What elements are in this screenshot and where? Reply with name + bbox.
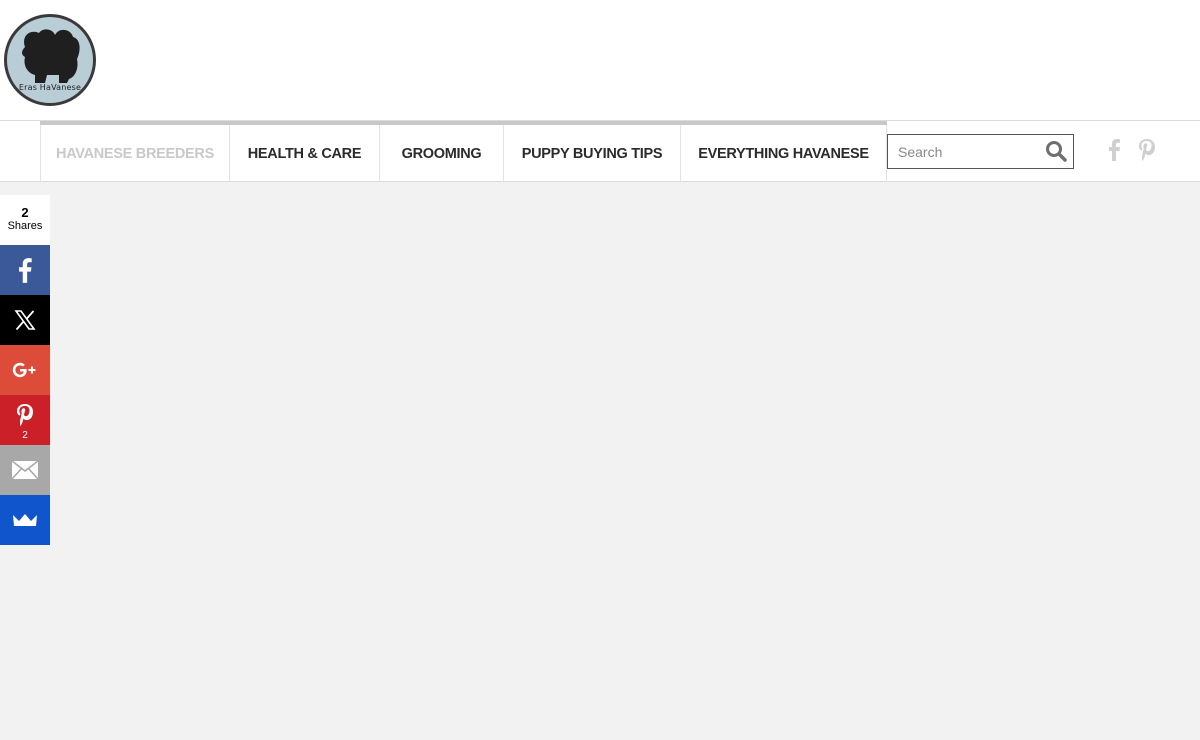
facebook-icon[interactable] [1103,137,1125,163]
share-facebook-button[interactable] [0,245,50,295]
google-plus-icon [12,362,36,378]
floating-share-bar: 2 Shares 2 [0,195,50,545]
share-sumome-button[interactable] [0,495,50,545]
search-input[interactable] [888,135,1038,168]
share-google-plus-button[interactable] [0,345,50,395]
sumome-crown-icon [13,514,37,526]
site-logo[interactable]: Eras HaVanese [4,14,96,106]
pinterest-share-count: 2 [22,430,28,441]
share-email-button[interactable] [0,445,50,495]
pinterest-icon[interactable] [1136,137,1158,163]
nav-everything-havanese[interactable]: EVERYTHING HAVANESE [680,125,887,182]
x-icon [14,310,36,331]
search-icon[interactable] [1044,139,1068,163]
share-count-number: 2 [21,205,29,220]
share-pinterest-button[interactable]: 2 [0,395,50,445]
nav-puppy-buying-tips[interactable]: PUPPY BUYING TIPS [503,125,680,182]
logo-text: Eras HaVanese [18,83,82,92]
share-x-button[interactable] [0,295,50,345]
site-header: Eras HaVanese [0,0,1200,120]
main-navigation-bar: HAVANESE BREEDERS HEALTH & CARE GROOMING… [0,120,1200,182]
share-count: 2 Shares [0,195,50,245]
facebook-icon [19,258,32,283]
email-icon [11,460,39,480]
main-menu: HAVANESE BREEDERS HEALTH & CARE GROOMING… [40,121,887,182]
pinterest-icon [17,404,33,426]
nav-havanese-breeders[interactable]: HAVANESE BREEDERS [40,125,229,182]
nav-health-care[interactable]: HEALTH & CARE [229,125,379,182]
share-count-label: Shares [7,220,43,232]
nav-grooming[interactable]: GROOMING [379,125,503,182]
search-form [887,134,1074,169]
